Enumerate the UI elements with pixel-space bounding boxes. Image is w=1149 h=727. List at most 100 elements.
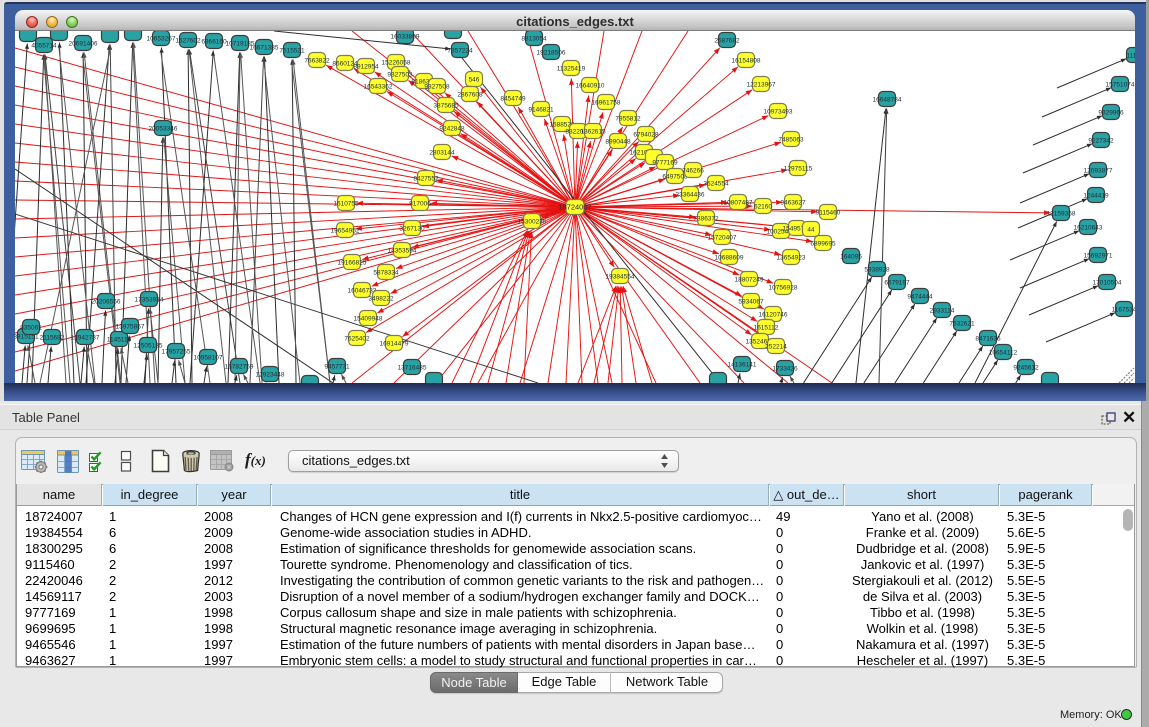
- svg-text:1244419: 1244419: [1083, 192, 1109, 199]
- svg-text:7485063: 7485063: [778, 136, 804, 143]
- svg-text:18724007: 18724007: [558, 202, 591, 211]
- svg-text:3875685: 3875685: [433, 102, 459, 109]
- svg-text:10807487: 10807487: [724, 199, 753, 206]
- svg-text:6794028: 6794028: [633, 131, 659, 138]
- svg-text:2115682: 2115682: [40, 334, 65, 341]
- svg-text:10653267: 10653267: [147, 35, 176, 42]
- svg-text:8454749: 8454749: [500, 95, 526, 102]
- svg-text:7357224: 7357224: [447, 47, 473, 54]
- svg-text:3624554: 3624554: [703, 180, 729, 187]
- svg-text:9242848: 9242848: [439, 125, 465, 132]
- svg-text:1527602: 1527602: [175, 37, 201, 44]
- svg-text:7625402: 7625402: [344, 335, 370, 342]
- svg-text:16543362: 16543362: [364, 83, 393, 90]
- svg-text:1610755: 1610755: [333, 200, 359, 207]
- svg-text:7632621: 7632621: [949, 320, 975, 327]
- svg-text:9115460: 9115460: [816, 209, 841, 216]
- svg-text:20206556: 20206556: [92, 298, 121, 305]
- svg-text:546: 546: [469, 76, 480, 83]
- svg-text:14353594: 14353594: [388, 247, 417, 254]
- svg-text:6899695: 6899695: [810, 240, 836, 247]
- svg-text:20691406: 20691406: [69, 40, 98, 47]
- svg-text:18807249: 18807249: [735, 276, 764, 283]
- svg-text:9327508: 9327508: [424, 83, 450, 90]
- svg-text:12159358: 12159358: [1047, 210, 1076, 217]
- svg-text:4055714: 4055714: [31, 42, 57, 49]
- svg-text:9329966: 9329966: [1098, 109, 1124, 116]
- svg-text:15409948: 15409948: [354, 315, 383, 322]
- svg-text:5934067: 5934067: [738, 298, 764, 305]
- svg-text:20053346: 20053346: [149, 125, 178, 132]
- svg-text:16120746: 16120746: [759, 311, 788, 318]
- svg-text:14136141: 14136141: [728, 361, 757, 368]
- svg-text:6679197: 6679197: [884, 279, 910, 286]
- svg-text:62160: 62160: [754, 203, 772, 210]
- svg-text:10756928: 10756928: [769, 284, 798, 291]
- svg-text:16210643: 16210643: [1074, 224, 1103, 231]
- svg-text:3498222: 3498222: [368, 295, 394, 302]
- svg-text:10654112: 10654112: [989, 349, 1018, 356]
- svg-text:6966160: 6966160: [201, 38, 227, 45]
- svg-text:13975867: 13975867: [116, 323, 145, 330]
- svg-text:10958107: 10958107: [194, 354, 223, 361]
- svg-text:2687682: 2687682: [714, 37, 740, 44]
- svg-text:8471636: 8471636: [975, 335, 1001, 342]
- svg-text:12975115: 12975115: [784, 165, 813, 172]
- svg-text:12093877: 12093877: [1084, 167, 1113, 174]
- svg-text:16640910: 16640910: [576, 82, 605, 89]
- svg-text:9463627: 9463627: [780, 199, 806, 206]
- svg-text:19218506: 19218506: [537, 49, 566, 56]
- svg-text:13654923: 13654923: [777, 254, 806, 261]
- svg-text:15300235: 15300235: [518, 218, 547, 225]
- svg-text:15226058: 15226058: [382, 59, 411, 66]
- svg-text:252214: 252214: [765, 343, 787, 350]
- svg-text:11123: 11123: [1126, 52, 1135, 59]
- svg-text:10688609: 10688609: [715, 254, 744, 261]
- svg-text:17010504: 17010504: [1093, 279, 1122, 286]
- svg-text:9327503: 9327503: [387, 71, 413, 78]
- svg-text:835061: 835061: [20, 324, 42, 331]
- svg-text:7515521: 7515521: [279, 47, 305, 54]
- svg-text:1362615: 1362615: [580, 128, 606, 135]
- svg-text:7663822: 7663822: [304, 57, 330, 64]
- svg-text:2867608: 2867608: [457, 91, 483, 98]
- svg-text:9777169: 9777169: [652, 159, 678, 166]
- svg-text:5938928: 5938928: [864, 266, 890, 273]
- svg-text:2933114: 2933114: [930, 307, 955, 314]
- svg-text:2803144: 2803144: [429, 149, 455, 156]
- svg-text:9457771: 9457771: [324, 363, 350, 370]
- svg-text:7386372: 7386372: [693, 215, 719, 222]
- svg-text:10973493: 10973493: [764, 108, 793, 115]
- svg-text:12213967: 12213967: [747, 81, 776, 88]
- svg-text:8912954: 8912954: [353, 63, 379, 70]
- svg-text:16671385: 16671385: [250, 44, 279, 51]
- svg-text:5878334: 5878334: [373, 269, 399, 276]
- svg-text:164095: 164095: [840, 253, 862, 260]
- svg-text:9474444: 9474444: [907, 293, 933, 300]
- svg-text:9245612: 9245612: [1013, 364, 1039, 371]
- svg-text:15751074: 15751074: [1106, 81, 1135, 88]
- svg-text:16914479: 16914479: [380, 340, 409, 347]
- svg-text:44: 44: [807, 226, 815, 233]
- svg-text:12942737: 12942737: [71, 334, 100, 341]
- svg-text:15692971: 15692971: [1084, 252, 1113, 259]
- svg-text:1145119: 1145119: [107, 336, 132, 343]
- svg-text:8990448: 8990448: [605, 138, 631, 145]
- svg-text:1167534: 1167534: [1112, 306, 1135, 313]
- svg-text:16782759: 16782759: [225, 363, 254, 370]
- svg-text:16961758: 16961758: [592, 99, 621, 106]
- svg-text:9146821: 9146821: [528, 106, 554, 113]
- svg-text:17353934: 17353934: [135, 296, 164, 303]
- svg-text:817006: 817006: [409, 200, 431, 207]
- svg-text:19654952: 19654952: [331, 227, 360, 234]
- svg-text:16648784: 16648784: [873, 96, 902, 103]
- svg-text:1733426: 1733426: [772, 365, 798, 372]
- svg-text:16033809: 16033809: [391, 33, 420, 40]
- svg-text:11325419: 11325419: [557, 65, 586, 72]
- svg-text:8427552: 8427552: [413, 175, 439, 182]
- svg-text:16154808: 16154808: [732, 57, 761, 64]
- svg-text:17957255: 17957255: [162, 348, 191, 355]
- svg-text:7955812: 7955812: [615, 115, 641, 122]
- svg-text:13716485: 13716485: [398, 364, 427, 371]
- svg-text:746266: 746266: [682, 167, 704, 174]
